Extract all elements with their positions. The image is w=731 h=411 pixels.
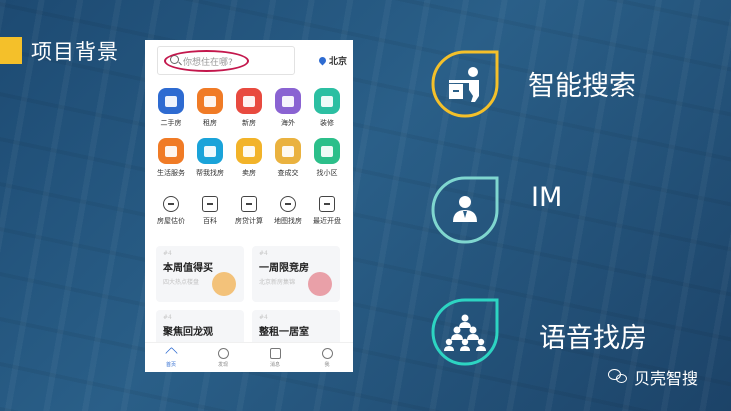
- bottom-tabbar: 首页 发现 消息 我: [145, 342, 353, 372]
- apartment-icon: [314, 138, 340, 164]
- page-title: 项目背景: [31, 40, 119, 64]
- footer-brand: 贝壳智搜: [608, 365, 698, 389]
- tool-label: 百科: [203, 217, 217, 225]
- primary-tiles-row-2: 生活服务 帮我找房 卖房 查成交 找小区: [153, 138, 345, 178]
- tile-label: 查成交: [277, 169, 299, 177]
- brand-name: 贝壳智搜: [634, 369, 699, 388]
- tile-sell[interactable]: 卖房: [231, 138, 267, 178]
- card-limited-price[interactable]: #4 一周限竞房 北京新房集锦: [252, 246, 340, 302]
- card-subtitle: 北京新房集锦: [259, 279, 296, 286]
- home-icon: [164, 346, 178, 360]
- location-label: 北京: [328, 57, 347, 67]
- tab-discover[interactable]: 发现: [217, 347, 229, 368]
- tag-icon: [236, 138, 262, 164]
- tile-label: 卖房: [242, 169, 256, 177]
- discover-icon: [217, 347, 229, 359]
- tower-icon: [236, 88, 262, 114]
- tile-overseas[interactable]: 海外: [270, 88, 306, 128]
- primary-tiles-row-1: 二手房 租房 新房 海外 装修: [153, 88, 345, 128]
- tab-label: 消息: [269, 361, 280, 368]
- search-highlight-ellipse: [164, 50, 249, 72]
- tools-row: 房屋估价 百科 房贷计算 地图找房 最近开盘: [153, 196, 345, 226]
- tile-life-service[interactable]: 生活服务: [153, 138, 189, 178]
- tile-label: 找小区: [316, 169, 338, 177]
- card-number: #4: [259, 250, 268, 257]
- house-icon: [158, 88, 184, 114]
- tool-recent-openings[interactable]: 最近开盘: [309, 196, 345, 226]
- tool-encyclopedia[interactable]: 百科: [192, 196, 228, 226]
- app-screenshot: 你想住在哪? 北京 二手房 租房 新房 海外 装修 生活服务 帮我找房 卖房 查…: [145, 40, 353, 372]
- card-title: 整租一居室: [259, 327, 309, 338]
- wechat-icon: [608, 369, 628, 385]
- feature-smart-search: 智能搜索: [528, 71, 636, 102]
- truck-icon: [158, 138, 184, 164]
- card-title: 聚焦回龙观: [163, 327, 213, 338]
- tool-valuation[interactable]: 房屋估价: [153, 196, 189, 226]
- card-title: 一周限竞房: [259, 263, 309, 274]
- card-number: #4: [163, 250, 172, 257]
- building-icon: [197, 88, 223, 114]
- card-subtitle: 四大热点楼盘: [163, 279, 200, 286]
- search-row: 你想住在哪? 北京: [155, 46, 347, 76]
- building-outline-icon: [319, 196, 335, 212]
- tile-community[interactable]: 找小区: [309, 138, 345, 178]
- sofa-icon: [314, 88, 340, 114]
- pie-icon: [163, 196, 179, 212]
- tile-deals[interactable]: 查成交: [270, 138, 306, 178]
- tile-label: 海外: [281, 119, 295, 127]
- tool-label: 房贷计算: [235, 217, 263, 225]
- house-illustration-icon: [308, 272, 332, 296]
- tile-label: 生活服务: [157, 169, 185, 177]
- tile-label: 租房: [203, 119, 217, 127]
- tile-second-hand[interactable]: 二手房: [153, 88, 189, 128]
- tile-label: 新房: [242, 119, 256, 127]
- tile-find-home[interactable]: 帮我找房: [192, 138, 228, 178]
- calculator-icon: [241, 196, 257, 212]
- group-icon: [431, 298, 499, 366]
- feature-voice-search: 语音找房: [539, 323, 647, 354]
- profile-icon: [321, 347, 333, 359]
- tile-label: 帮我找房: [196, 169, 224, 177]
- tab-label: 我: [324, 361, 330, 368]
- hammer-icon: [275, 138, 301, 164]
- tile-decoration[interactable]: 装修: [309, 88, 345, 128]
- home-search-icon: [197, 138, 223, 164]
- tool-label: 最近开盘: [313, 217, 341, 225]
- tab-messages[interactable]: 消息: [269, 347, 281, 368]
- tool-label: 地图找房: [274, 217, 302, 225]
- feature-im: IM: [531, 182, 563, 213]
- tool-mortgage[interactable]: 房贷计算: [231, 196, 267, 226]
- search-input[interactable]: 你想住在哪?: [157, 46, 295, 75]
- location-pin-icon: [317, 55, 328, 66]
- map-pin-icon: [280, 196, 296, 212]
- card-weekly-picks[interactable]: #4 本周值得买 四大热点楼盘: [156, 246, 244, 302]
- tile-label: 装修: [320, 119, 334, 127]
- medal-icon: [212, 272, 236, 296]
- book-icon: [202, 196, 218, 212]
- tab-profile[interactable]: 我: [321, 347, 333, 368]
- card-number: #4: [163, 314, 172, 321]
- title-accent-bar: [0, 37, 22, 64]
- tile-rent[interactable]: 租房: [192, 88, 228, 128]
- tool-map-search[interactable]: 地图找房: [270, 196, 306, 226]
- location-selector[interactable]: 北京: [317, 54, 347, 67]
- card-number: #4: [259, 314, 268, 321]
- tool-label: 房屋估价: [157, 217, 185, 225]
- person-at-desk-icon: [431, 50, 499, 118]
- tile-label: 二手房: [160, 119, 182, 127]
- plane-icon: [275, 88, 301, 114]
- tile-new-home[interactable]: 新房: [231, 88, 267, 128]
- tab-label: 发现: [217, 361, 228, 368]
- tab-label: 首页: [165, 361, 176, 368]
- message-icon: [269, 347, 281, 359]
- card-title: 本周值得买: [163, 263, 213, 274]
- person-icon: [431, 176, 499, 244]
- tab-home[interactable]: 首页: [164, 346, 178, 368]
